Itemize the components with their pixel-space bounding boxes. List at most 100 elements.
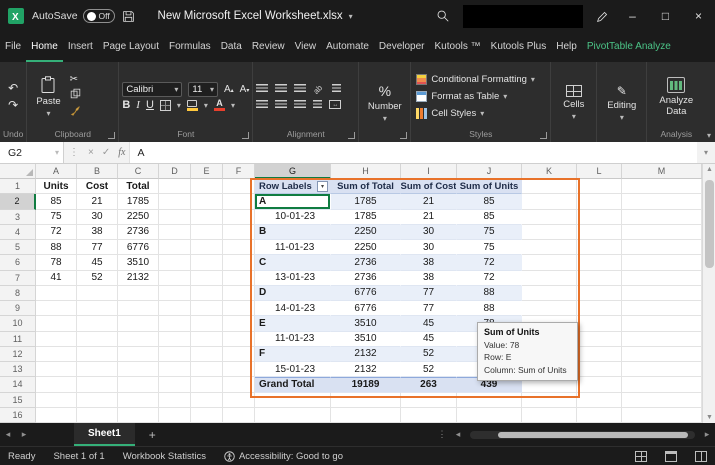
- cell-H13[interactable]: 2132: [331, 362, 401, 377]
- row-header-10[interactable]: 10: [0, 316, 36, 331]
- cell-K16[interactable]: [522, 408, 577, 423]
- cell-D1[interactable]: [159, 179, 191, 194]
- row-header-15[interactable]: 15: [0, 393, 36, 408]
- formula-input[interactable]: A: [129, 142, 697, 163]
- cell-I6[interactable]: 38: [401, 255, 457, 270]
- dialog-launcher-icon[interactable]: [540, 132, 547, 139]
- drag-handle-icon[interactable]: ⋮: [64, 147, 84, 158]
- cell-J9[interactable]: 88: [457, 301, 522, 316]
- cell-K8[interactable]: [522, 286, 577, 301]
- expand-formula-bar-icon[interactable]: ▾: [697, 148, 715, 157]
- cell-B10[interactable]: [77, 316, 118, 331]
- cell-H6[interactable]: 2736: [331, 255, 401, 270]
- cell-K15[interactable]: [522, 393, 577, 408]
- cell-L9[interactable]: [577, 301, 622, 316]
- cell-I16[interactable]: [401, 408, 457, 423]
- hscroll-left-icon[interactable]: ◂: [450, 429, 466, 440]
- cell-D5[interactable]: [159, 240, 191, 255]
- cell-E10[interactable]: [191, 316, 223, 331]
- cell-J4[interactable]: 75: [457, 225, 522, 240]
- cell-L13[interactable]: [577, 362, 622, 377]
- cell-M9[interactable]: [622, 301, 702, 316]
- cell-E8[interactable]: [191, 286, 223, 301]
- row-header-6[interactable]: 6: [0, 255, 36, 270]
- cell-D7[interactable]: [159, 271, 191, 286]
- cell-G9[interactable]: 14-01-23: [255, 301, 331, 316]
- tab-developer[interactable]: Developer: [374, 32, 430, 62]
- cell-G2[interactable]: A: [255, 194, 331, 209]
- font-color-icon[interactable]: A: [214, 99, 225, 111]
- cell-H14[interactable]: 19189: [331, 377, 401, 392]
- font-size-select[interactable]: 11 ▾: [188, 82, 218, 97]
- cell-C7[interactable]: 2132: [118, 271, 159, 286]
- underline-button[interactable]: U: [146, 99, 154, 111]
- insert-function-icon[interactable]: fx: [114, 147, 129, 158]
- cell-L1[interactable]: [577, 179, 622, 194]
- cell-E5[interactable]: [191, 240, 223, 255]
- cell-I11[interactable]: 45: [401, 332, 457, 347]
- cell-E14[interactable]: [191, 377, 223, 392]
- save-icon[interactable]: [122, 10, 135, 23]
- cell-H1[interactable]: Sum of Total: [331, 179, 401, 194]
- cell-H5[interactable]: 2250: [331, 240, 401, 255]
- cell-M11[interactable]: [622, 332, 702, 347]
- vertical-scroll-thumb[interactable]: [705, 180, 714, 268]
- cell-I2[interactable]: 21: [401, 194, 457, 209]
- cell-B14[interactable]: [77, 377, 118, 392]
- name-box[interactable]: G2 ▾: [0, 142, 64, 163]
- cell-B13[interactable]: [77, 362, 118, 377]
- cell-C15[interactable]: [118, 393, 159, 408]
- paste-button[interactable]: Paste ▾: [30, 65, 66, 128]
- cell-I5[interactable]: 30: [401, 240, 457, 255]
- cell-D3[interactable]: [159, 210, 191, 225]
- cell-I8[interactable]: 77: [401, 286, 457, 301]
- cell-C3[interactable]: 2250: [118, 210, 159, 225]
- cell-L16[interactable]: [577, 408, 622, 423]
- cell-F16[interactable]: [223, 408, 255, 423]
- font-name-select[interactable]: Calibri ▾: [122, 82, 182, 97]
- cell-H3[interactable]: 1785: [331, 210, 401, 225]
- cell-A9[interactable]: [36, 301, 77, 316]
- align-middle-icon[interactable]: [275, 84, 287, 93]
- column-header-C[interactable]: C: [118, 164, 159, 179]
- hscroll-right-icon[interactable]: ▸: [699, 429, 715, 440]
- cell-I7[interactable]: 38: [401, 271, 457, 286]
- dialog-launcher-icon[interactable]: [348, 132, 355, 139]
- cell-E12[interactable]: [191, 347, 223, 362]
- tab-page-layout[interactable]: Page Layout: [98, 32, 164, 62]
- cell-B4[interactable]: 38: [77, 225, 118, 240]
- tab-automate[interactable]: Automate: [321, 32, 374, 62]
- cell-K9[interactable]: [522, 301, 577, 316]
- cell-F4[interactable]: [223, 225, 255, 240]
- cell-A8[interactable]: [36, 286, 77, 301]
- cell-J5[interactable]: 75: [457, 240, 522, 255]
- cell-G1[interactable]: Row Labels▾: [255, 179, 331, 194]
- tab-review[interactable]: Review: [247, 32, 290, 62]
- cell-C8[interactable]: [118, 286, 159, 301]
- row-header-5[interactable]: 5: [0, 240, 36, 255]
- cell-G15[interactable]: [255, 393, 331, 408]
- cell-H4[interactable]: 2250: [331, 225, 401, 240]
- cell-B9[interactable]: [77, 301, 118, 316]
- align-center-icon[interactable]: [275, 100, 287, 109]
- autosave-toggle[interactable]: Off: [83, 9, 115, 23]
- cell-E11[interactable]: [191, 332, 223, 347]
- cell-J1[interactable]: Sum of Units: [457, 179, 522, 194]
- row-header-8[interactable]: 8: [0, 286, 36, 301]
- cell-A2[interactable]: 85: [36, 194, 77, 209]
- dialog-launcher-icon[interactable]: [242, 132, 249, 139]
- page-break-view-icon[interactable]: [695, 451, 707, 462]
- cell-C10[interactable]: [118, 316, 159, 331]
- cell-A14[interactable]: [36, 377, 77, 392]
- cell-F9[interactable]: [223, 301, 255, 316]
- cell-C5[interactable]: 6776: [118, 240, 159, 255]
- cell-J8[interactable]: 88: [457, 286, 522, 301]
- cell-M12[interactable]: [622, 347, 702, 362]
- cell-F5[interactable]: [223, 240, 255, 255]
- cell-A13[interactable]: [36, 362, 77, 377]
- cell-L11[interactable]: [577, 332, 622, 347]
- wrap-text-icon[interactable]: [332, 84, 341, 93]
- cell-D9[interactable]: [159, 301, 191, 316]
- cell-L7[interactable]: [577, 271, 622, 286]
- cell-C4[interactable]: 2736: [118, 225, 159, 240]
